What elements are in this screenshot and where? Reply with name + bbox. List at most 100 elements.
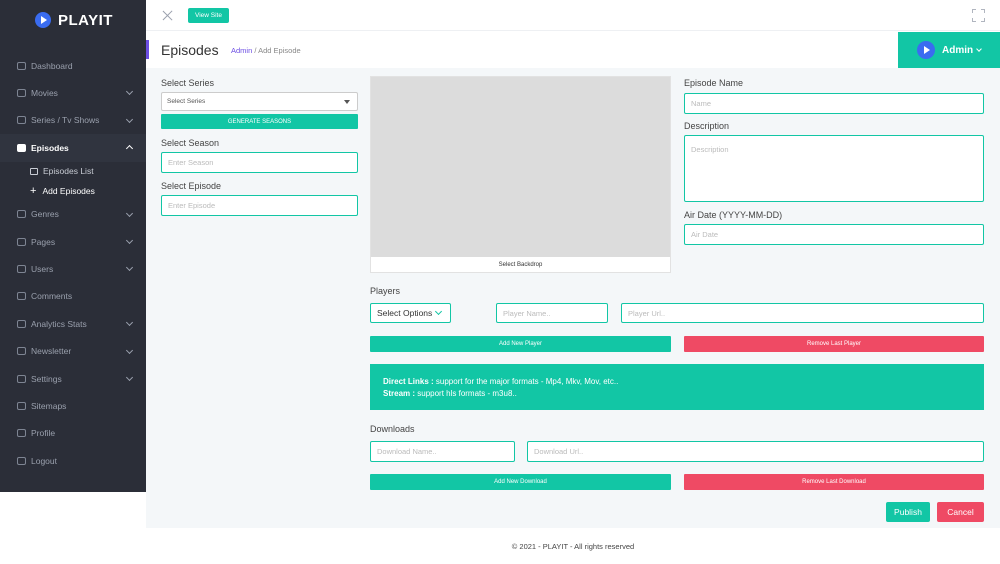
- info-stream-line: Stream : support hls formats - m3u8..: [383, 388, 971, 400]
- add-download-button[interactable]: Add New Download: [370, 474, 671, 490]
- sidebar-item-label: Newsletter: [31, 346, 72, 357]
- season-input[interactable]: Enter Season: [161, 152, 358, 173]
- sidebar-item-label: Comments: [31, 291, 73, 302]
- series-select[interactable]: Select Series: [161, 92, 358, 111]
- sidebar-item-analytics[interactable]: Analytics Stats: [0, 310, 146, 337]
- episode-input[interactable]: Enter Episode: [161, 195, 358, 216]
- copyright-text: © 2021 - PLAYIT - All rights reserved: [511, 541, 635, 551]
- sidebar-item-sitemaps[interactable]: Sitemaps: [0, 392, 146, 419]
- view-site-button[interactable]: View Site: [188, 8, 229, 23]
- episode-label: Select Episode: [161, 181, 222, 191]
- select-backdrop-button[interactable]: Select Backdrop: [371, 257, 670, 272]
- info-stream-title: Stream :: [383, 389, 416, 398]
- description-textarea[interactable]: Description: [684, 135, 984, 202]
- sidebar-item-settings[interactable]: Settings: [0, 365, 146, 392]
- sidebar-item-pages[interactable]: Pages: [0, 228, 146, 255]
- sidebar-item-label: Dashboard: [31, 60, 73, 71]
- season-label: Select Season: [161, 138, 220, 148]
- sidebar-subitem-add-episodes[interactable]: + Add Episodes: [0, 181, 146, 201]
- avatar: [917, 41, 935, 59]
- analytics-icon: [17, 319, 26, 328]
- formats-info-box: Direct Links : support for the major for…: [370, 364, 984, 410]
- sidebar-subitem-episodes-list[interactable]: Episodes List: [0, 162, 146, 182]
- movie-icon: [17, 89, 26, 98]
- admin-label: Admin: [942, 44, 974, 56]
- fullscreen-icon[interactable]: [972, 9, 985, 22]
- sidebar-item-label: Genres: [31, 209, 59, 220]
- page-header: Episodes Admin / Add Episode Admin: [146, 32, 1000, 68]
- player-url-input[interactable]: Player Url..: [621, 303, 984, 323]
- sidebar-item-label: Pages: [31, 236, 56, 247]
- plus-icon: +: [30, 184, 37, 197]
- sidebar-nav: Dashboard Movies Series / Tv Shows Episo…: [0, 52, 146, 474]
- chevron-down-icon: [125, 88, 134, 96]
- sidebar-item-label: Series / Tv Shows: [31, 115, 100, 126]
- gear-icon: [17, 374, 26, 383]
- chevron-down-icon: [125, 264, 134, 272]
- info-direct-line: Direct Links : support for the major for…: [383, 376, 971, 388]
- remove-player-button[interactable]: Remove Last Player: [684, 336, 984, 352]
- download-name-input[interactable]: Download Name..: [370, 441, 515, 462]
- series-select-value: Select Series: [167, 98, 206, 105]
- episodes-icon: [17, 143, 26, 152]
- info-stream-text: support hls formats - m3u8..: [415, 389, 517, 398]
- page-title: Episodes: [161, 42, 219, 58]
- users-icon: [17, 265, 26, 274]
- chevron-down-icon: [976, 45, 982, 52]
- chevron-down-icon: [125, 346, 134, 354]
- air-date-input[interactable]: Air Date: [684, 224, 984, 245]
- sidebar-item-newsletter[interactable]: Newsletter: [0, 338, 146, 365]
- generate-seasons-button[interactable]: GENERATE SEASONS: [161, 114, 358, 129]
- brand-name: PLAYIT: [58, 11, 113, 29]
- header-accent: [146, 40, 149, 59]
- episode-form: Select Series Select Series GENERATE SEA…: [146, 68, 1000, 528]
- caret-down-icon: [344, 100, 350, 104]
- sidebar-subitem-label: Add Episodes: [42, 185, 95, 196]
- air-date-label: Air Date (YYYY-MM-DD): [684, 210, 783, 220]
- chevron-down-icon: [125, 373, 134, 381]
- breadcrumb: Admin / Add Episode: [231, 46, 301, 55]
- tv-icon: [17, 116, 26, 125]
- admin-menu-button[interactable]: Admin: [898, 32, 1000, 68]
- series-label: Select Series: [161, 78, 215, 88]
- sidebar-item-episodes[interactable]: Episodes: [0, 134, 146, 162]
- sidebar-item-label: Logout: [31, 455, 57, 466]
- comments-icon: [17, 292, 26, 301]
- info-direct-text: support for the major formats - Mp4, Mkv…: [433, 377, 619, 386]
- sidebar-item-profile[interactable]: Profile: [0, 420, 146, 447]
- sidebar-item-label: Episodes: [31, 142, 69, 153]
- brand[interactable]: PLAYIT: [0, 0, 146, 40]
- player-type-value: Select Options: [377, 308, 433, 318]
- sidebar-item-series[interactable]: Series / Tv Shows: [0, 107, 146, 134]
- sidebar-item-logout[interactable]: Logout: [0, 447, 146, 474]
- pages-icon: [17, 237, 26, 246]
- power-icon: [17, 456, 26, 465]
- close-icon[interactable]: [162, 10, 173, 21]
- sidebar-item-label: Movies: [31, 88, 58, 99]
- user-icon: [17, 429, 26, 438]
- sidebar-item-label: Settings: [31, 373, 62, 384]
- episode-name-input[interactable]: Name: [684, 93, 984, 114]
- sidebar-item-genres[interactable]: Genres: [0, 201, 146, 228]
- add-player-button[interactable]: Add New Player: [370, 336, 671, 352]
- sidebar-item-label: Profile: [31, 428, 56, 439]
- player-type-select[interactable]: Select Options: [370, 303, 451, 323]
- topbar: View Site: [146, 0, 1000, 31]
- remove-download-button[interactable]: Remove Last Download: [684, 474, 984, 490]
- breadcrumb-current: Add Episode: [258, 46, 301, 55]
- download-url-input[interactable]: Download Url..: [527, 441, 984, 462]
- sidebar-item-label: Users: [31, 264, 54, 275]
- sidebar-item-comments[interactable]: Comments: [0, 283, 146, 310]
- backdrop-dropzone[interactable]: Select Backdrop: [370, 76, 671, 273]
- dashboard-icon: [17, 61, 26, 70]
- publish-button[interactable]: Publish: [886, 502, 930, 522]
- player-name-input[interactable]: Player Name..: [496, 303, 608, 323]
- cancel-button[interactable]: Cancel: [937, 502, 984, 522]
- sidebar-item-dashboard[interactable]: Dashboard: [0, 52, 146, 79]
- genres-icon: [17, 210, 26, 219]
- sidebar-item-movies[interactable]: Movies: [0, 79, 146, 106]
- sidebar-item-label: Sitemaps: [31, 400, 67, 411]
- sidebar-item-users[interactable]: Users: [0, 255, 146, 282]
- breadcrumb-admin-link[interactable]: Admin: [231, 46, 252, 55]
- players-label: Players: [370, 286, 401, 296]
